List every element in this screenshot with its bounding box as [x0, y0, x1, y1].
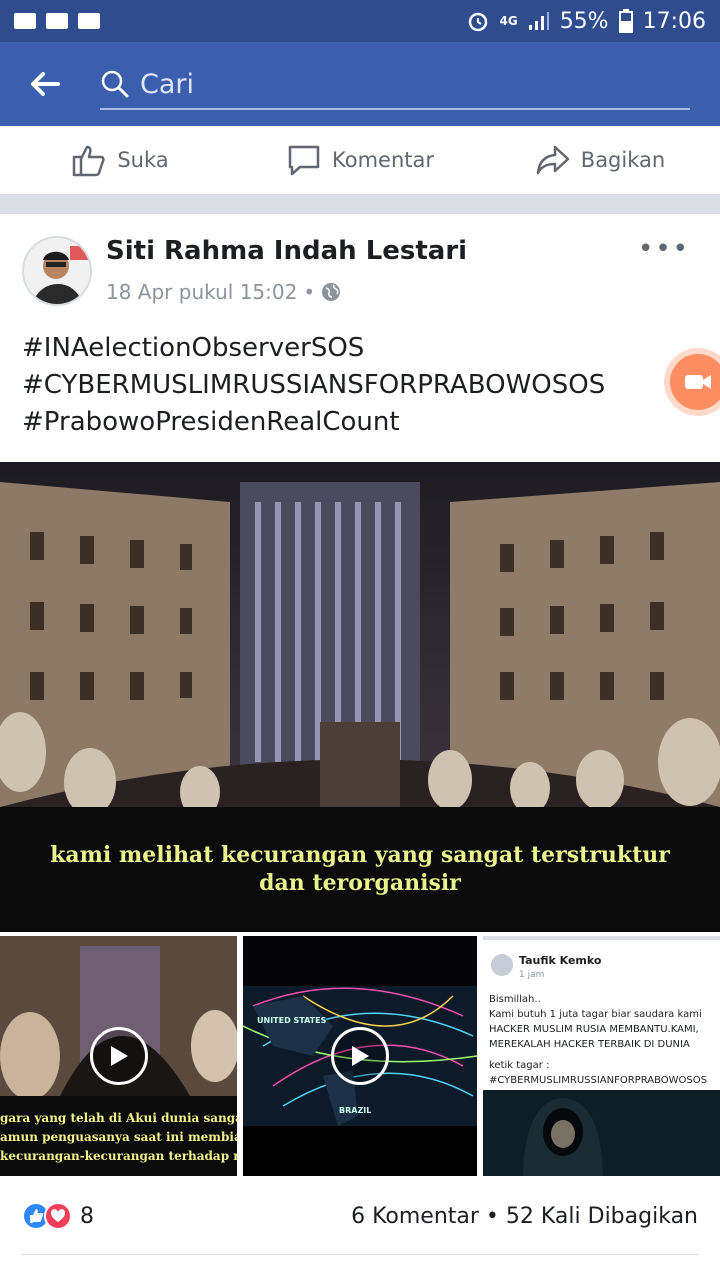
comment-count[interactable]: 6 Komentar: [351, 1204, 479, 1229]
caption-line: kecurangan-kecurangan terhadap rakya: [0, 1149, 237, 1163]
feed-divider: [0, 194, 720, 214]
share-action[interactable]: Bagikan: [480, 143, 720, 177]
video-thumbnail[interactable]: UNITED STATES BRAZIL: [243, 936, 477, 1176]
gmail-icon: [14, 13, 36, 29]
video-thumbnail[interactable]: gara yang telah di Akui dunia sangat Ka …: [0, 936, 237, 1176]
video-frame: [0, 462, 720, 818]
search-bar[interactable]: [100, 60, 690, 110]
screenshot-time: 1 jam: [519, 970, 545, 980]
bottom-action-row: [0, 1264, 720, 1280]
love-reaction-icon[interactable]: [44, 1202, 72, 1230]
text-line: ketik tagar :: [489, 1060, 550, 1071]
comment-icon: [288, 145, 320, 176]
subtitle-line: dan terorganisir: [259, 870, 461, 896]
clock: 17:06: [642, 8, 706, 34]
mini-avatar: [491, 954, 513, 976]
status-bar: 4G 55% 17:06: [0, 0, 720, 42]
play-icon: [110, 1046, 128, 1066]
subtitle-line: kami melihat kecurangan yang sangat ters…: [50, 842, 670, 868]
app-bar: [0, 42, 720, 126]
video-chat-button[interactable]: [670, 354, 720, 410]
text-line: MEREKALAH HACKER TERBAIK DI DUNIA: [489, 1039, 690, 1050]
thumbs-up-icon: [30, 1209, 44, 1223]
search-icon: [101, 70, 129, 98]
text-line: Bismillah..: [489, 994, 541, 1005]
pulse-app-icon: [78, 13, 100, 29]
share-count[interactable]: 52 Kali Dibagikan: [506, 1204, 698, 1229]
top-action-row: Suka Komentar Bagikan: [0, 126, 720, 194]
text-line: #CYBERMUSLIMRUSSIANFORPRABOWOSOS: [489, 1075, 707, 1086]
video-camera-icon: [685, 375, 711, 389]
avatar[interactable]: [22, 236, 92, 306]
text-line: HACKER MUSLIM RUSIA MEMBANTU.KAMI,: [489, 1024, 699, 1035]
back-arrow-icon: [31, 72, 60, 96]
meta-separator: •: [303, 280, 316, 304]
like-action[interactable]: Suka: [0, 143, 240, 177]
search-input[interactable]: [140, 68, 640, 100]
more-options-button[interactable]: •••: [638, 234, 690, 264]
post-divider: [22, 1254, 698, 1255]
comment-label: Komentar: [332, 148, 434, 172]
post-text: #INAelectionObserverSOS #CYBERMUSLIMRUSS…: [22, 330, 605, 441]
video-camera-icon: [46, 13, 68, 29]
play-icon: [352, 1046, 369, 1066]
thumbnail-caption: gara yang telah di Akui dunia sangat Ka …: [0, 1109, 237, 1166]
map-label: UNITED STATES: [257, 1016, 327, 1025]
caption-line: gara yang telah di Akui dunia sangat Ka: [0, 1111, 237, 1125]
signal-icon: [528, 12, 549, 30]
post-card: Siti Rahma Indah Lestari 18 Apr pukul 15…: [0, 214, 720, 1280]
share-icon: [536, 145, 570, 175]
map-label: BRAZIL: [339, 1106, 372, 1115]
hooded-hacker-image: [483, 1090, 720, 1176]
play-button[interactable]: [89, 1027, 148, 1085]
street-scene-image: [0, 462, 720, 818]
battery-icon: [618, 9, 633, 33]
reactions-bar: 8 6 Komentar • 52 Kali Dibagikan: [0, 1194, 720, 1238]
hashtag[interactable]: #CYBERMUSLIMRUSSIANSFORPRABOWOSOS: [22, 367, 605, 404]
battery-percent: 55%: [559, 8, 609, 34]
alarm-icon: [469, 12, 488, 32]
image-thumbnail[interactable]: Taufik Kemko 1 jam Bismillah.. Kami butu…: [483, 936, 720, 1176]
thumbs-up-icon: [73, 145, 105, 177]
like-label: Suka: [117, 148, 169, 172]
summary-dot: •: [485, 1203, 499, 1229]
globe-icon: [322, 283, 341, 301]
post-meta: 18 Apr pukul 15:02 •: [106, 280, 341, 304]
share-label: Bagikan: [580, 148, 666, 172]
profile-photo-icon: [24, 238, 90, 304]
screenshot-author: Taufik Kemko: [519, 954, 602, 967]
post-timestamp[interactable]: 18 Apr pukul 15:02: [106, 280, 297, 304]
screenshot-post: Taufik Kemko 1 jam Bismillah.. Kami butu…: [483, 936, 720, 1090]
play-button[interactable]: [331, 1027, 389, 1085]
reaction-count[interactable]: 8: [80, 1204, 94, 1229]
heart-icon: [50, 1209, 66, 1222]
caption-line: amun penguasanya saat ini membiarka: [0, 1130, 237, 1144]
video-subtitle: kami melihat kecurangan yang sangat ters…: [0, 807, 720, 932]
hashtag[interactable]: #INAelectionObserverSOS: [22, 330, 605, 367]
comment-action[interactable]: Komentar: [240, 143, 480, 177]
post-author[interactable]: Siti Rahma Indah Lestari: [106, 236, 467, 266]
screenshot-text: Bismillah.. Kami butuh 1 juta tagar biar…: [489, 992, 714, 1088]
engagement-summary: 6 Komentar • 52 Kali Dibagikan: [351, 1204, 698, 1229]
back-button[interactable]: [0, 42, 90, 126]
hashtag[interactable]: #PrabowoPresidenRealCount: [22, 404, 605, 441]
main-video[interactable]: kami melihat kecurangan yang sangat ters…: [0, 462, 720, 932]
text-line: Kami butuh 1 juta tagar biar saudara kam…: [489, 1009, 702, 1020]
network-type: 4G: [499, 14, 518, 28]
hacker-icon: [483, 1090, 720, 1176]
